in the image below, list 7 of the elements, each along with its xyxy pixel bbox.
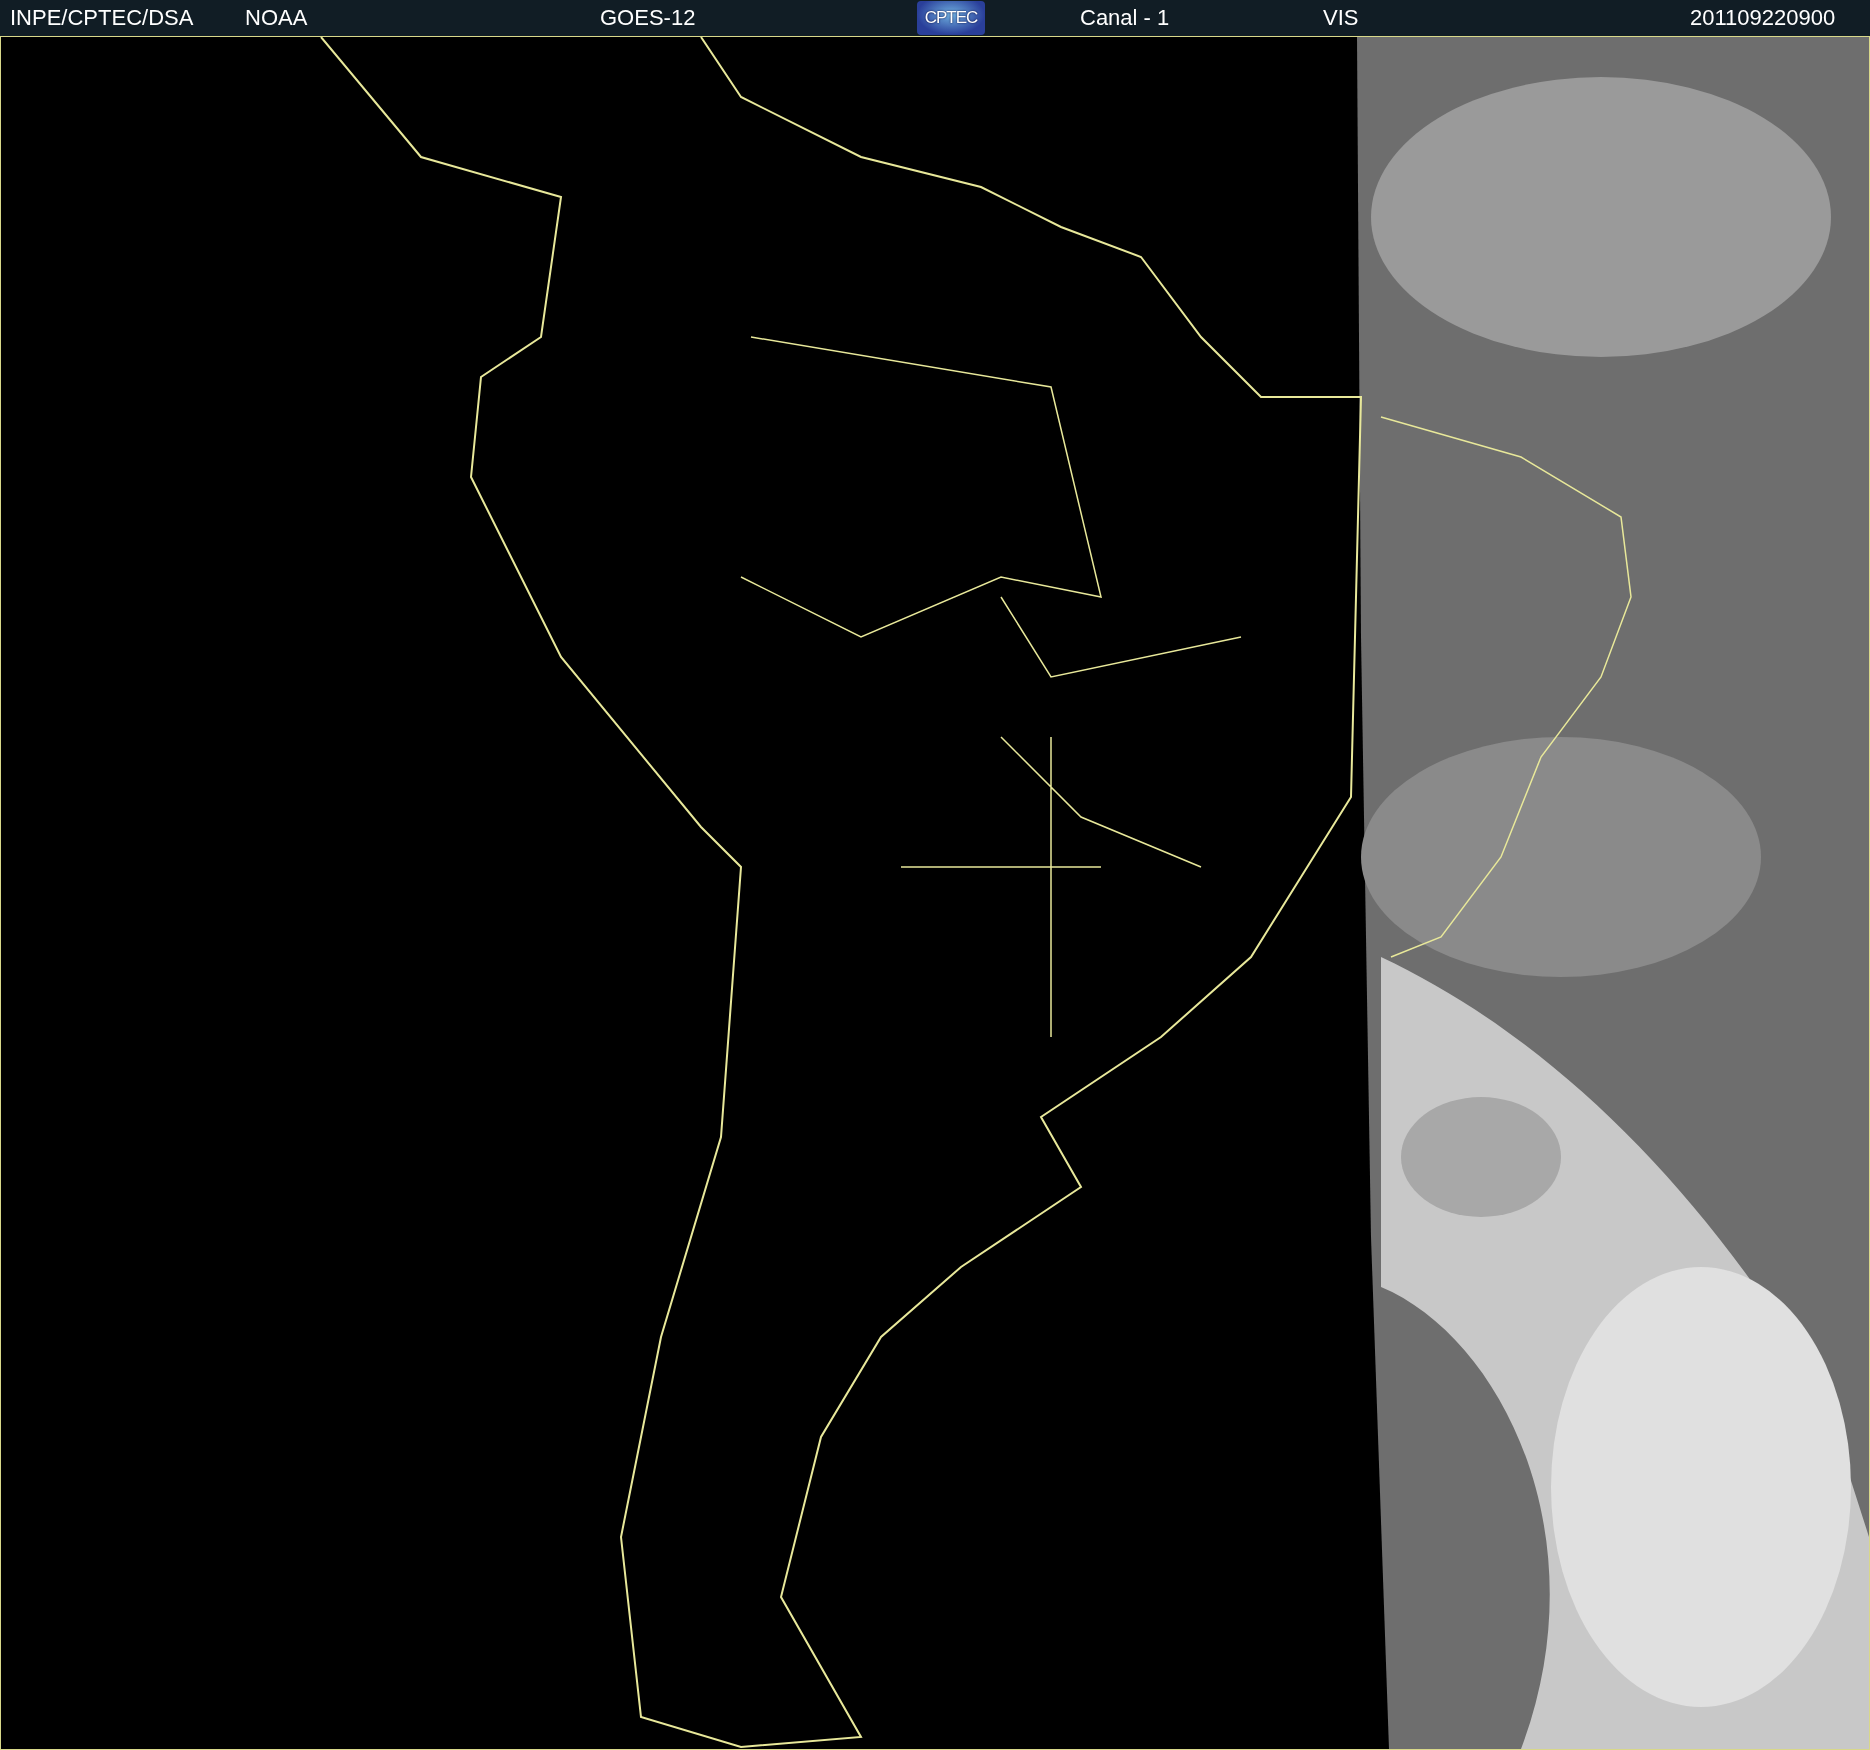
timestamp-label: 201109220900 <box>1690 4 1836 32</box>
channel-label: Canal - 1 <box>1080 4 1170 32</box>
source-label: NOAA <box>245 4 308 32</box>
logo: CPTEC <box>917 1 985 35</box>
agency-label: INPE/CPTEC/DSA <box>10 4 194 32</box>
band-label: VIS <box>1323 4 1359 32</box>
satellite-label: GOES-12 <box>600 4 696 32</box>
